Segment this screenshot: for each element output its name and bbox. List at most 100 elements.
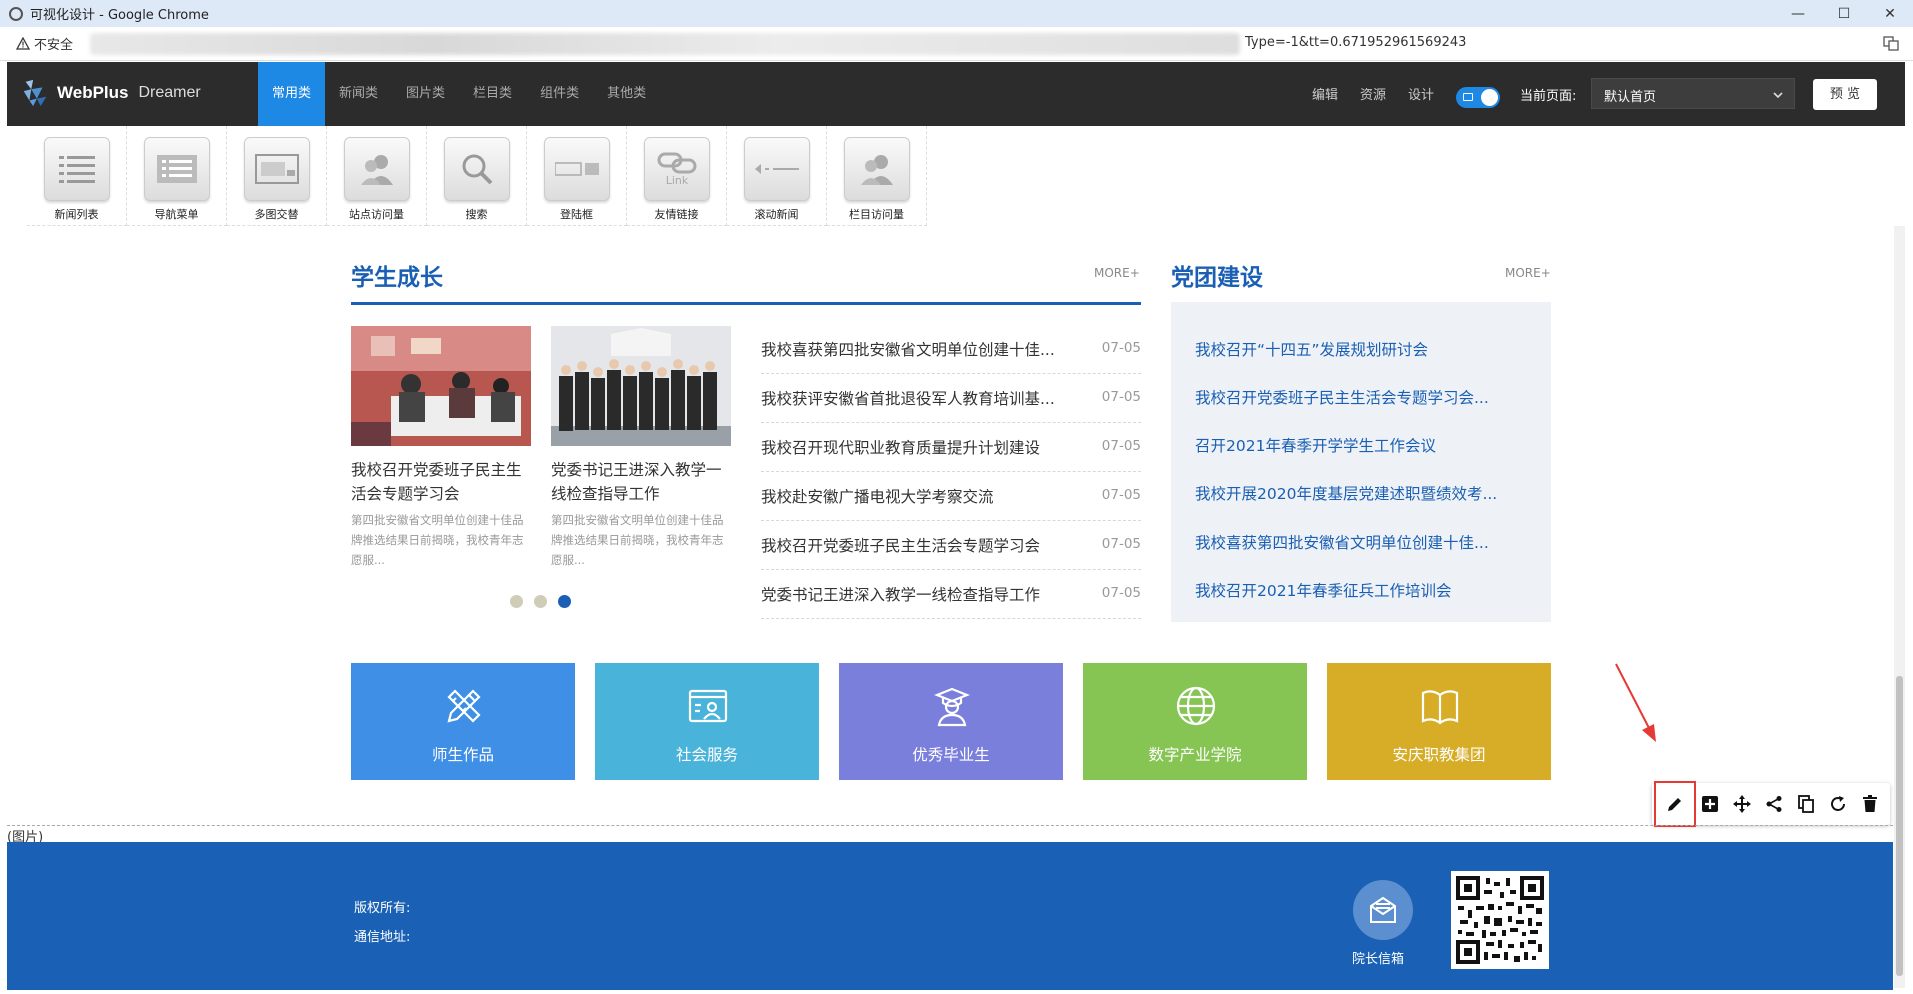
party-heading[interactable]: 党团建设 <box>1171 258 1263 292</box>
move-element-button[interactable] <box>1726 788 1758 820</box>
party-link[interactable]: 我校召开“十四五”发展规划研讨会 <box>1195 338 1428 360</box>
minimize-button[interactable]: — <box>1775 0 1821 27</box>
qr-code <box>1451 871 1549 969</box>
mailbox-label[interactable]: 院长信箱 <box>1352 948 1404 967</box>
palette-item[interactable]: 站点访问量 <box>327 126 427 226</box>
tab-widgets[interactable]: 组件类 <box>526 62 593 126</box>
palette-item[interactable]: 导航菜单 <box>127 126 227 226</box>
logo-subtext: Dreamer <box>138 84 201 101</box>
photo-card-title[interactable]: 党委书记王进深入教学一线检查指导工作 <box>551 458 733 506</box>
carousel-dot[interactable] <box>510 595 523 608</box>
tab-common[interactable]: 常用类 <box>258 62 326 126</box>
news-photo[interactable] <box>351 326 531 446</box>
tab-images[interactable]: 图片类 <box>392 62 459 126</box>
news-list-item[interactable]: 党委书记王进深入教学一线检查指导工作 07-05 <box>761 570 1141 619</box>
refresh-element-button[interactable] <box>1822 788 1854 820</box>
mailbox-button[interactable] <box>1353 880 1413 940</box>
news-title[interactable]: 我校喜获第四批安徽省文明单位创建十佳... <box>761 338 1055 360</box>
photo-card-desc: 第四批安徽省文明单位创建十佳品牌推选结果日前揭晓，我校青年志愿服... <box>551 513 724 567</box>
news-title[interactable]: 我校召开党委班子民主生活会专题学习会 <box>761 534 1040 556</box>
page-scrollbar[interactable] <box>1894 226 1905 988</box>
news-photo[interactable] <box>551 326 731 446</box>
scrollbar-thumb[interactable] <box>1896 676 1903 976</box>
palette-item-label: 栏目访问量 <box>849 208 904 221</box>
news-date: 07-05 <box>1101 438 1141 454</box>
palette-item[interactable]: Link 友情链接 <box>627 126 727 226</box>
delete-element-button[interactable] <box>1854 788 1886 820</box>
refresh-icon <box>1831 796 1845 811</box>
news-list-item[interactable]: 我校赴安徽广播电视大学考察交流 07-05 <box>761 472 1141 521</box>
news-list-item[interactable]: 我校召开党委班子民主生活会专题学习会 07-05 <box>761 521 1141 570</box>
resources-link[interactable]: 资源 <box>1360 84 1386 103</box>
address-bar[interactable]: 不安全 Type=-1&tt=0.671952961569243 <box>0 27 1913 61</box>
party-link[interactable]: 我校喜获第四批安徽省文明单位创建十佳... <box>1195 531 1489 553</box>
url-blurred[interactable] <box>90 33 1240 55</box>
party-more-link[interactable]: MORE+ <box>1505 266 1551 280</box>
edit-link[interactable]: 编辑 <box>1312 84 1338 103</box>
party-link[interactable]: 召开2021年春季开学学生工作会议 <box>1195 434 1436 456</box>
design-link[interactable]: 设计 <box>1408 84 1434 103</box>
palette-item-label: 滚动新闻 <box>754 208 799 221</box>
carousel-dot[interactable] <box>534 595 547 608</box>
url-text[interactable]: Type=-1&tt=0.671952961569243 <box>1245 35 1466 50</box>
feature-tile[interactable]: 安庆职教集团 <box>1327 663 1551 780</box>
users-icon <box>843 137 910 201</box>
student-growth-more-link[interactable]: MORE+ <box>1094 266 1140 280</box>
news-date: 07-05 <box>1101 487 1141 503</box>
news-list-item[interactable]: 我校获评安徽省首批退役军人教育培训基... 07-05 <box>761 374 1141 423</box>
party-link[interactable]: 我校召开党委班子民主生活会专题学习会... <box>1195 386 1489 408</box>
edit-element-button[interactable] <box>1654 781 1696 827</box>
warning-icon <box>16 37 30 50</box>
party-link[interactable]: 我校开展2020年度基层党建述职暨绩效考... <box>1195 482 1497 504</box>
device-toggle[interactable] <box>1456 87 1500 108</box>
party-link[interactable]: 我校召开2021年春季征兵工作培训会 <box>1195 579 1451 601</box>
mail-icon <box>1370 896 1396 923</box>
tab-other[interactable]: 其他类 <box>593 62 660 126</box>
feature-tile[interactable]: 师生作品 <box>351 663 575 780</box>
monitor-icon <box>1463 93 1473 101</box>
maximize-button[interactable]: ☐ <box>1821 0 1867 27</box>
news-date: 07-05 <box>1101 585 1141 601</box>
window-title: 可视化设计 - Google Chrome <box>30 8 209 23</box>
copy-icon <box>1798 795 1814 813</box>
news-list-item[interactable]: 我校召开现代职业教育质量提升计划建设 07-05 <box>761 423 1141 472</box>
webplus-logo: WebPlus Dreamer <box>21 78 201 108</box>
news-title[interactable]: 我校召开现代职业教育质量提升计划建设 <box>761 436 1040 458</box>
image-region-marker[interactable]: (图片) <box>7 825 1893 845</box>
tab-news[interactable]: 新闻类 <box>325 62 392 126</box>
palette-item[interactable]: 新闻列表 <box>27 126 127 226</box>
translate-icon[interactable] <box>1883 35 1899 55</box>
tab-columns[interactable]: 栏目类 <box>459 62 526 126</box>
site-footer: 版权所有: 通信地址: 院长信箱 <box>7 842 1893 990</box>
feature-tile[interactable]: 社会服务 <box>595 663 819 780</box>
palette-item[interactable]: 栏目访问量 <box>827 126 927 226</box>
photo-card-title[interactable]: 我校召开党委班子民主生活会专题学习会 <box>351 458 533 506</box>
palette-item[interactable]: 搜索 <box>427 126 527 226</box>
security-indicator[interactable]: 不安全 <box>16 34 73 53</box>
carousel-dot-active[interactable] <box>558 595 571 608</box>
palette-item-label: 友情链接 <box>654 208 699 221</box>
copy-element-button[interactable] <box>1790 788 1822 820</box>
share-element-button[interactable] <box>1758 788 1790 820</box>
news-title[interactable]: 我校赴安徽广播电视大学考察交流 <box>761 485 994 507</box>
current-page-select[interactable]: 默认首页 <box>1591 78 1795 109</box>
preview-button[interactable]: 预 览 <box>1813 79 1877 110</box>
news-title[interactable]: 我校获评安徽省首批退役军人教育培训基... <box>761 387 1055 409</box>
palette-item-label: 新闻列表 <box>54 208 99 221</box>
graduate-icon <box>934 687 970 727</box>
news-list-item[interactable]: 我校喜获第四批安徽省文明单位创建十佳... 07-05 <box>761 325 1141 374</box>
feature-tile[interactable]: 优秀毕业生 <box>839 663 1063 780</box>
feature-label: 数字产业学院 <box>1148 746 1242 764</box>
news-title[interactable]: 党委书记王进深入教学一线检查指导工作 <box>761 583 1040 605</box>
current-page-label: 当前页面: <box>1520 89 1577 104</box>
feature-label: 优秀毕业生 <box>912 746 990 764</box>
feature-tile[interactable]: 数字产业学院 <box>1083 663 1307 780</box>
news-date: 07-05 <box>1101 389 1141 405</box>
student-growth-heading[interactable]: 学生成长 <box>351 258 443 292</box>
feature-label: 师生作品 <box>431 746 494 764</box>
palette-item[interactable]: 多图交替 <box>227 126 327 226</box>
palette-item[interactable]: 登陆框 <box>527 126 627 226</box>
add-element-button[interactable] <box>1694 788 1726 820</box>
palette-item[interactable]: 滚动新闻 <box>727 126 827 226</box>
close-window-button[interactable]: ✕ <box>1867 0 1913 27</box>
